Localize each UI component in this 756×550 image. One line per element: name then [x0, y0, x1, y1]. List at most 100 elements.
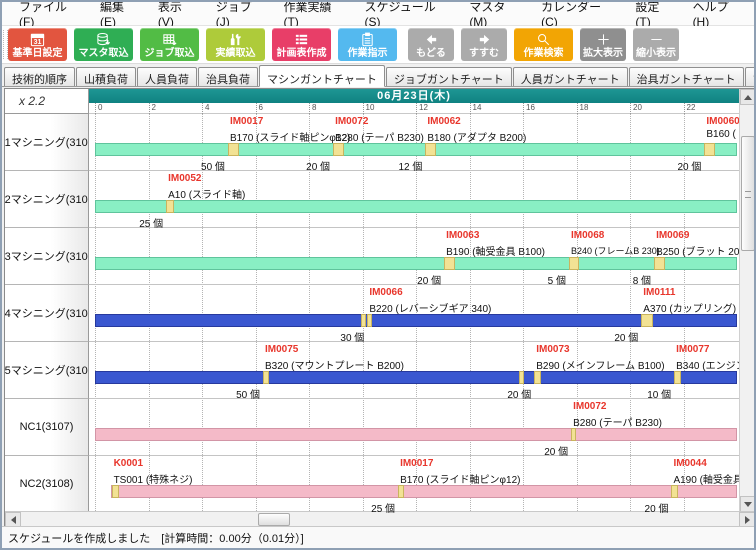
setup-segment[interactable]: [641, 314, 653, 327]
zoom-factor-label: x 2.2: [5, 89, 89, 114]
job-import-button[interactable]: ジョブ取込: [140, 28, 199, 61]
forward-button[interactable]: すすむ: [461, 28, 507, 61]
setup-segment[interactable]: [367, 314, 372, 327]
gantt-row: IM0075B320 (マウントプレート B200)50 個IM0073B290…: [89, 342, 739, 399]
tab-staff-load[interactable]: 人員負荷: [137, 67, 197, 86]
machine-label: M3マシニング(3103): [5, 228, 89, 285]
setup-segment[interactable]: [112, 485, 119, 498]
base-date-button[interactable]: 31基準日設定: [8, 28, 67, 61]
setup-segment[interactable]: [569, 257, 579, 270]
setup-segment[interactable]: [398, 485, 404, 498]
master-import-button[interactable]: マスタ取込: [74, 28, 133, 61]
setup-segment[interactable]: [425, 143, 436, 156]
work-search-button[interactable]: 作業検索: [514, 28, 573, 61]
job-item-label: B180 (アダプタ B200): [427, 129, 526, 144]
job-bar[interactable]: [95, 200, 737, 213]
scroll-down-button[interactable]: [740, 496, 756, 512]
arrow-left-icon: [424, 31, 439, 48]
list-icon: [294, 31, 309, 48]
machine-label: M4マシニング(3104): [5, 285, 89, 342]
setup-segment[interactable]: [228, 143, 239, 156]
job-item-label: B250 (ブラット 200): [656, 243, 739, 258]
job-id-label: IM0111: [643, 287, 675, 298]
job-id-label: IM0068: [571, 230, 604, 241]
plan-create-button[interactable]: 計画表作成: [272, 28, 331, 61]
zoom-out-button-label: 縮小表示: [636, 48, 676, 59]
scroll-right-button[interactable]: [739, 512, 755, 527]
zoom-in-button[interactable]: 拡大表示: [580, 28, 626, 61]
horizontal-scrollbar[interactable]: [5, 511, 755, 527]
tab-technical-order[interactable]: 技術的順序: [4, 67, 75, 86]
setup-segment[interactable]: [444, 257, 455, 270]
table-import-icon: [162, 31, 177, 48]
job-id-label: IM0066: [369, 287, 402, 298]
tick-label: 18: [577, 103, 589, 114]
setup-segment[interactable]: [671, 485, 678, 498]
machine-label: NC1(3107): [5, 399, 89, 456]
setup-segment[interactable]: [534, 371, 541, 384]
tab-jig-load[interactable]: 治具負荷: [198, 67, 258, 86]
right-arrow-icon: [745, 516, 750, 524]
setup-segment[interactable]: [654, 257, 665, 270]
scroll-left-button[interactable]: [5, 512, 21, 527]
setup-segment[interactable]: [166, 200, 174, 213]
job-bar[interactable]: [95, 143, 737, 156]
tick-label: 0: [95, 103, 102, 114]
date-header: 06月23日(木): [89, 89, 739, 103]
job-bar[interactable]: [95, 428, 737, 441]
tab-job-gantt[interactable]: ジョブガントチャート: [386, 67, 512, 86]
status-message: スケジュールを作成しました [計算時間：0.00分（0.01分）]: [8, 530, 304, 546]
job-quantity-label: 25 個: [343, 500, 395, 513]
job-quantity-label: 30 個: [312, 329, 364, 344]
tab-staff-gantt[interactable]: 人員ガントチャート: [513, 67, 628, 86]
master-import-button-label: マスタ取込: [79, 48, 129, 59]
tick-label: 20: [630, 103, 642, 114]
tick-label: 4: [202, 103, 209, 114]
job-bar[interactable]: [111, 485, 737, 498]
down-arrow-icon: [744, 502, 752, 507]
setup-segment[interactable]: [263, 371, 269, 384]
job-bar[interactable]: [95, 257, 737, 270]
machine-label: M2マシニング(3102): [5, 171, 89, 228]
results-import-button[interactable]: 実績取込: [206, 28, 265, 61]
calendar-icon: 31: [30, 31, 45, 48]
vertical-scroll-thumb[interactable]: [741, 136, 755, 251]
tab-machine-gantt[interactable]: マシンガントチャート: [259, 65, 385, 87]
up-arrow-icon: [744, 95, 752, 100]
setup-segment[interactable]: [361, 314, 366, 327]
tab-machine-utilization[interactable]: マシン稼働率: [745, 67, 756, 86]
job-item-label: B240 (フレームB 230): [571, 244, 660, 257]
tab-load-pile[interactable]: 山積負荷: [76, 67, 136, 86]
zoom-out-button[interactable]: 縮小表示: [633, 28, 679, 61]
gantt-plot: IM0017B170 (スライド軸ピンφ12)50 個IM0072B280 (テ…: [89, 114, 739, 513]
job-quantity-label: 20 個: [389, 272, 441, 287]
back-button-label: もどる: [416, 48, 446, 59]
svg-text:31: 31: [34, 38, 42, 45]
setup-segment[interactable]: [519, 371, 524, 384]
setup-segment[interactable]: [674, 371, 681, 384]
minus-icon: [649, 31, 664, 48]
machine-label: M1マシニング(3101): [5, 114, 89, 171]
tick-label: 16: [523, 103, 535, 114]
work-order-button[interactable]: 作業指示: [338, 28, 397, 61]
job-id-label: IM0072: [335, 116, 368, 127]
job-item-label: B340 (エンジン: [676, 357, 739, 372]
vertical-scrollbar[interactable]: [739, 89, 755, 512]
job-item-label: TS001 (特殊ネジ): [114, 471, 193, 486]
job-id-label: IM0060: [706, 116, 739, 127]
job-quantity-label: 20 個: [516, 443, 568, 458]
machine-column: M1マシニング(3101)M2マシニング(3102)M3マシニング(3103)M…: [5, 114, 89, 513]
setup-segment[interactable]: [704, 143, 715, 156]
tab-jig-gantt[interactable]: 治具ガントチャート: [629, 67, 744, 86]
back-button[interactable]: もどる: [408, 28, 454, 61]
job-import-button-label: ジョブ取込: [145, 48, 195, 59]
setup-segment[interactable]: [571, 428, 576, 441]
job-quantity-label: 20 個: [278, 158, 330, 173]
job-item-label: B170 (スライド軸ピンφ12): [400, 471, 520, 486]
job-id-label: IM0017: [400, 458, 433, 469]
scroll-up-button[interactable]: [740, 89, 756, 105]
horizontal-scroll-thumb[interactable]: [258, 513, 290, 526]
setup-segment[interactable]: [333, 143, 344, 156]
job-id-label: IM0044: [673, 458, 706, 469]
job-bar[interactable]: [95, 371, 737, 384]
